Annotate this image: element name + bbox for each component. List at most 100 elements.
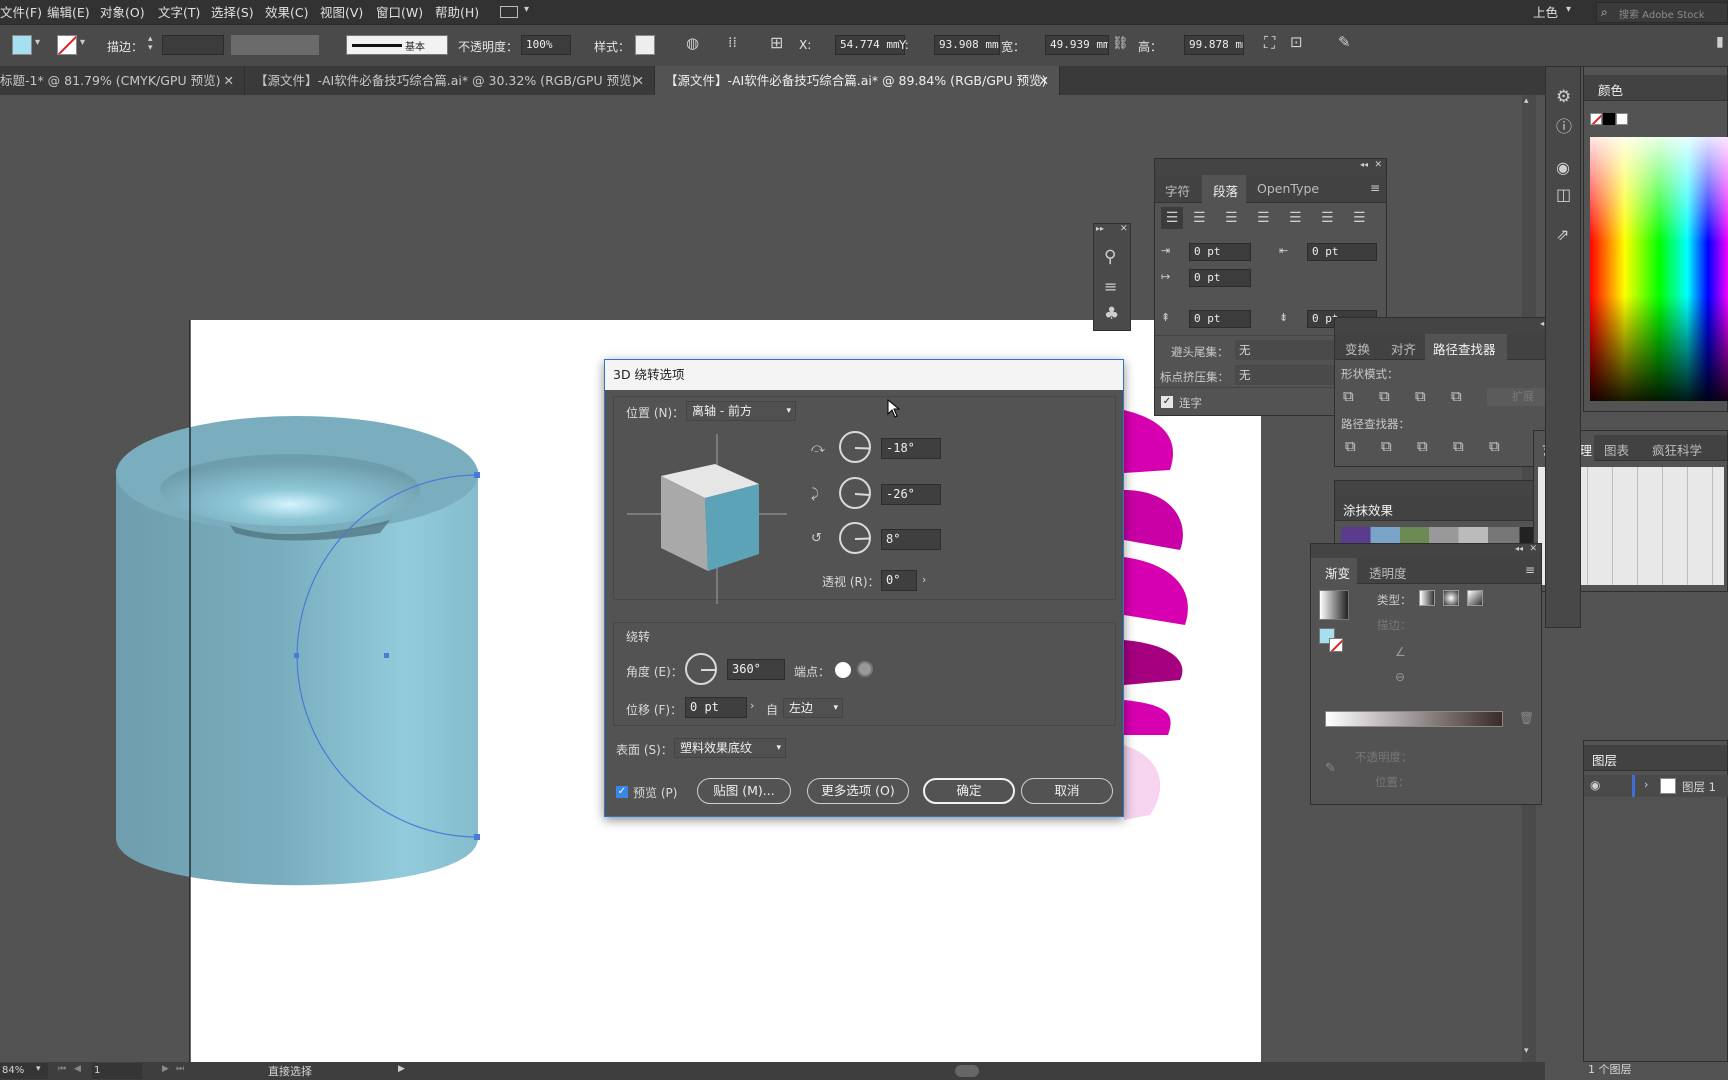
mojikumi-select[interactable]: 无 xyxy=(1235,365,1335,385)
black-swatch[interactable] xyxy=(1603,113,1615,125)
tab-align[interactable]: 对齐 xyxy=(1391,339,1416,358)
expand-chevron-icon[interactable]: › xyxy=(1644,779,1648,790)
prev-page-icon[interactable]: ◀ xyxy=(74,1065,81,1074)
close-icon[interactable]: ✕ xyxy=(1374,161,1382,170)
stepper-icon[interactable]: ▴ ▾ xyxy=(148,35,153,53)
angle-field[interactable]: 360° xyxy=(727,659,785,680)
visibility-eye-icon[interactable]: ◉ xyxy=(1590,779,1600,791)
puppet-warp-icon[interactable]: ⚲ xyxy=(1104,249,1116,266)
close-icon[interactable]: ✕ xyxy=(1529,545,1537,554)
intersect-icon[interactable]: ⧉ xyxy=(1415,389,1426,404)
tab-paragraph[interactable]: 段落 xyxy=(1213,181,1238,200)
close-icon[interactable]: ✕ xyxy=(634,66,644,95)
justify-left-icon[interactable]: ☰ xyxy=(1257,211,1270,225)
workspace-layout-icon[interactable] xyxy=(500,6,518,18)
color-spectrum[interactable] xyxy=(1590,137,1728,401)
opacity-field[interactable]: 100% xyxy=(521,35,571,55)
align-right-icon[interactable]: ☰ xyxy=(1225,211,1238,225)
chevron-right-icon[interactable]: › xyxy=(922,574,926,585)
align-center-icon[interactable]: ☰ xyxy=(1193,211,1206,225)
menu-help[interactable]: 帮助(H) xyxy=(435,0,479,25)
layers-title[interactable]: 图层 xyxy=(1592,750,1617,769)
stock-search-input[interactable]: ⌕ 搜索 Adobe Stock xyxy=(1596,2,1728,23)
y-rotation-field[interactable]: -26° xyxy=(881,484,941,505)
panel-menu-icon[interactable]: ▮ xyxy=(1716,35,1724,49)
collapse-icon[interactable]: ◂◂ xyxy=(1360,161,1368,169)
tab-opentype[interactable]: OpenType xyxy=(1257,181,1319,196)
crop-icon[interactable]: ⧉ xyxy=(1453,439,1464,454)
menu-edit[interactable]: 编辑(E) xyxy=(47,0,90,25)
tab-transparency[interactable]: 透明度 xyxy=(1369,563,1407,582)
menu-effect[interactable]: 效果(C) xyxy=(265,0,308,25)
width-field[interactable]: 49.939 mm xyxy=(1045,35,1109,55)
layer-name[interactable]: 图层 1 xyxy=(1682,779,1716,795)
first-page-icon[interactable]: ⏮ xyxy=(58,1065,66,1074)
cap-off-button[interactable] xyxy=(857,661,873,677)
more-options-button[interactable]: 更多选项 (O) xyxy=(807,778,909,804)
left-indent-field[interactable]: 0 pt xyxy=(1189,243,1251,261)
white-swatch[interactable] xyxy=(1616,113,1628,125)
panel-menu-icon[interactable]: ≡ xyxy=(1370,182,1380,194)
unite-icon[interactable]: ⧉ xyxy=(1343,389,1354,404)
menu-type[interactable]: 文字(T) xyxy=(158,0,200,25)
next-page-icon[interactable]: ▶ xyxy=(162,1065,169,1074)
freeform-gradient-button[interactable] xyxy=(1467,590,1483,606)
x-rotation-dial[interactable] xyxy=(839,431,871,463)
gradient-preview-swatch[interactable] xyxy=(1319,590,1349,620)
gradient-stroke-swatch[interactable] xyxy=(1329,638,1343,652)
map-art-button[interactable]: 贴图 (M)... xyxy=(697,778,791,804)
artboard-number-field[interactable]: 1 xyxy=(92,1063,142,1079)
stroke-weight-field[interactable] xyxy=(162,35,224,55)
x-rotation-field[interactable]: -18° xyxy=(881,438,941,459)
from-select[interactable]: 左边 ▾ xyxy=(783,698,843,718)
3d-cube-preview[interactable] xyxy=(627,434,787,604)
scroll-up-icon[interactable]: ▴ xyxy=(1524,97,1529,106)
menu-object[interactable]: 对象(O) xyxy=(100,0,145,25)
horizontal-scroll-thumb[interactable] xyxy=(955,1065,979,1077)
scribble-title[interactable]: 涂抹效果 xyxy=(1343,500,1393,519)
variable-width-profile[interactable] xyxy=(231,35,319,55)
layers-stack-icon[interactable]: ◫ xyxy=(1556,187,1571,203)
justify-center-icon[interactable]: ☰ xyxy=(1289,211,1302,225)
hyphenate-checkbox[interactable]: ✓ xyxy=(1161,396,1173,408)
trash-icon[interactable]: 🗑 xyxy=(1519,712,1534,724)
justify-all-icon[interactable]: ☰ xyxy=(1353,211,1366,225)
align-icon[interactable]: ⁞⁞ xyxy=(728,36,737,50)
chevron-right-icon[interactable]: › xyxy=(750,700,754,711)
first-line-indent-field[interactable]: 0 pt xyxy=(1189,269,1251,287)
appearance-icon[interactable]: ◉ xyxy=(1556,160,1570,176)
preview-checkbox[interactable]: ✓ xyxy=(616,786,628,798)
scroll-down-icon[interactable]: ▾ xyxy=(1524,1047,1529,1056)
collapse-icon[interactable]: ▸▸ xyxy=(1096,225,1104,233)
cap-on-button[interactable] xyxy=(833,660,853,680)
transform-reference-icon[interactable]: ⊞ xyxy=(770,35,783,51)
tab-transform[interactable]: 变换 xyxy=(1345,339,1370,358)
tab-character[interactable]: 字符 xyxy=(1165,181,1190,200)
tab-mad-science[interactable]: 疯狂科学 xyxy=(1652,440,1702,459)
brush-definition[interactable]: 基本 xyxy=(346,35,448,55)
radial-gradient-button[interactable] xyxy=(1443,590,1459,606)
ok-button[interactable]: 确定 xyxy=(923,778,1015,804)
chevron-down-icon[interactable]: ▾ xyxy=(80,38,85,48)
cancel-button[interactable]: 取消 xyxy=(1021,778,1113,804)
layer-row[interactable]: ◉ › 图层 1 xyxy=(1584,775,1728,797)
close-icon[interactable]: ✕ xyxy=(1039,66,1049,95)
outline-icon[interactable]: ⧉ xyxy=(1489,439,1500,454)
x-field[interactable]: 54.774 mm xyxy=(835,35,905,55)
merge-icon[interactable]: ⧉ xyxy=(1417,439,1428,454)
z-rotation-field[interactable]: 8° xyxy=(881,529,941,550)
workspace-switcher[interactable]: 上色 xyxy=(1533,0,1558,25)
height-field[interactable]: 99.878 mm xyxy=(1184,35,1244,55)
pen-tool-icon[interactable]: ✎ xyxy=(1338,35,1351,50)
tab-pathfinder[interactable]: 路径查找器 xyxy=(1433,339,1496,358)
surface-select[interactable]: 塑料效果底纹 ▾ xyxy=(674,738,786,758)
kinsoku-select[interactable]: 无 xyxy=(1235,340,1335,360)
close-icon[interactable]: ✕ xyxy=(224,66,234,95)
export-icon[interactable]: ⇗ xyxy=(1556,227,1569,243)
magenta-spiral-object[interactable] xyxy=(1124,410,1188,820)
perspective-field[interactable]: 0° xyxy=(881,570,917,591)
tab-graphs[interactable]: 图表 xyxy=(1604,440,1629,459)
justify-right-icon[interactable]: ☰ xyxy=(1321,211,1334,225)
menu-window[interactable]: 窗口(W) xyxy=(376,0,423,25)
recolor-artwork-icon[interactable]: ◍ xyxy=(686,36,699,51)
